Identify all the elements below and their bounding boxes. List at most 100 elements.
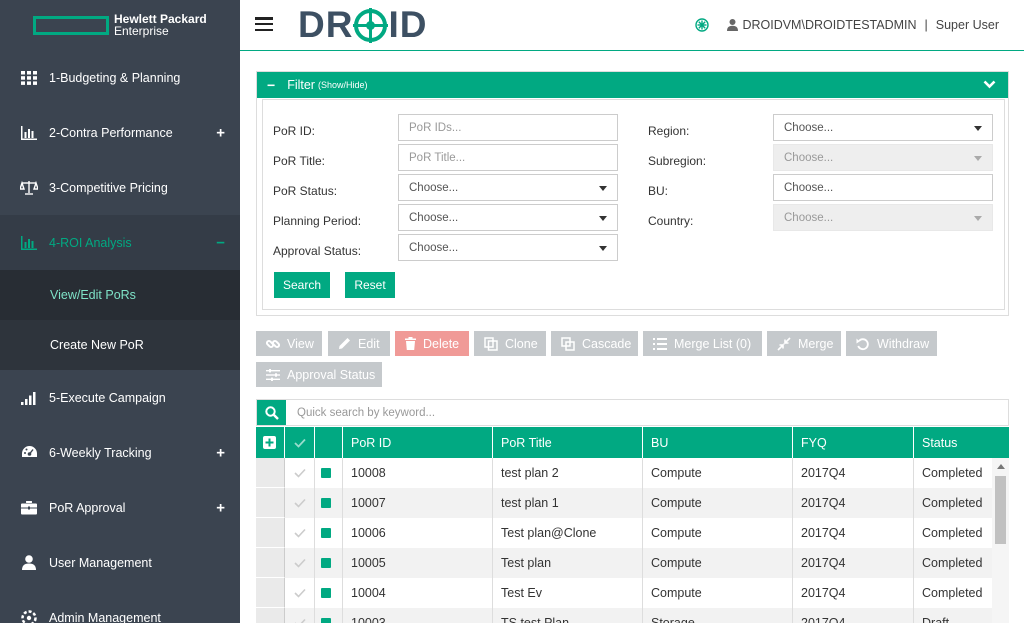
por-table: PoR ID PoR Title BU FYQ Status 10008 tes… <box>256 427 1009 623</box>
sidebar-item-user-management[interactable]: User Management <box>0 535 240 590</box>
table-scrollbar-thumb[interactable] <box>995 476 1006 544</box>
label-bu: BU: <box>648 184 669 198</box>
top-header: DR ID DROIDVM\DROIDTESTADMIN | Super Use… <box>240 0 1024 51</box>
label-country: Country: <box>648 214 694 228</box>
scale-icon <box>20 179 38 197</box>
bar-chart-icon <box>20 234 38 252</box>
row-status-marker <box>315 608 343 623</box>
sidebar-item-admin-management[interactable]: Admin Management <box>0 590 240 623</box>
column-header-fyq[interactable]: FYQ <box>793 427 914 458</box>
country-select: Choose... <box>773 204 993 231</box>
table-row[interactable]: 10006 Test plan@Clone Compute 2017Q4 Com… <box>256 518 1009 548</box>
expand-icon[interactable]: + <box>216 499 225 516</box>
clone-button[interactable]: Clone <box>474 331 546 356</box>
sidebar-item-roi-analysis[interactable]: 4-ROI Analysis − <box>0 215 240 270</box>
signal-icon <box>20 389 38 407</box>
withdraw-button[interactable]: Withdraw <box>846 331 937 356</box>
hpe-logo[interactable]: Hewlett Packard Enterprise <box>0 0 240 50</box>
row-status-marker <box>315 518 343 548</box>
subregion-select: Choose... <box>773 144 993 171</box>
cascade-icon <box>561 336 575 351</box>
droid-logo[interactable]: DR ID <box>298 4 427 46</box>
filter-title: Filter <box>287 78 315 92</box>
row-status-marker <box>315 488 343 518</box>
sidebar-item-contra-performance[interactable]: 2-Contra Performance + <box>0 105 240 160</box>
list-icon <box>653 337 667 350</box>
quick-search-input[interactable]: Quick search by keyword... <box>297 400 997 425</box>
table-row[interactable]: 10004 Test Ev Compute 2017Q4 Completed <box>256 578 1009 608</box>
user-icon <box>727 19 739 31</box>
sidebar-subitem-create-new-por[interactable]: Create New PoR <box>0 320 240 370</box>
table-row[interactable]: 10005 Test plan Compute 2017Q4 Completed <box>256 548 1009 578</box>
region-select[interactable]: Choose... <box>773 114 993 141</box>
grid-icon <box>20 69 38 87</box>
column-header-por-id[interactable]: PoR ID <box>343 427 493 458</box>
filter-toggle-hint[interactable]: (Show/Hide) <box>318 80 368 90</box>
user-role: Super User <box>935 18 999 32</box>
column-header-por-title[interactable]: PoR Title <box>493 427 643 458</box>
row-checkbox[interactable] <box>285 518 315 548</box>
sidebar-item-execute-campaign[interactable]: 5-Execute Campaign <box>0 370 240 425</box>
chevron-down-icon[interactable] <box>983 78 996 92</box>
column-header-status[interactable]: Status <box>914 427 1009 458</box>
approval-status-select[interactable]: Choose... <box>398 234 618 261</box>
label-subregion: Subregion: <box>648 154 707 168</box>
edit-button[interactable]: Edit <box>328 331 390 356</box>
sidebar-subitem-view-edit-pors[interactable]: View/Edit PoRs <box>0 270 240 320</box>
table-row[interactable]: 10008 test plan 2 Compute 2017Q4 Complet… <box>256 458 1009 488</box>
sidebar-item-por-approval[interactable]: PoR Approval + <box>0 480 240 535</box>
filter-header[interactable]: − Filter (Show/Hide) <box>257 72 1008 98</box>
brand-line2: Enterprise <box>114 24 169 38</box>
settings-icon[interactable] <box>695 18 710 32</box>
por-status-select[interactable]: Choose... <box>398 174 618 201</box>
compress-icon <box>777 336 791 351</box>
label-por-title: PoR Title: <box>273 154 326 168</box>
expand-icon[interactable]: + <box>216 124 225 141</box>
user-name[interactable]: DROIDVM\DROIDTESTADMIN <box>742 18 916 32</box>
column-header-bu[interactable]: BU <box>643 427 793 458</box>
table-row[interactable]: 10007 test plan 1 Compute 2017Q4 Complet… <box>256 488 1009 518</box>
undo-icon <box>856 337 870 351</box>
filter-panel: − Filter (Show/Hide) PoR ID: PoR IDs... … <box>256 71 1009 316</box>
sidebar-item-label: 5-Execute Campaign <box>49 390 166 405</box>
row-checkbox[interactable] <box>285 548 315 578</box>
label-por-status: PoR Status: <box>273 184 338 198</box>
collapse-icon[interactable]: − <box>216 234 225 251</box>
cascade-button[interactable]: Cascade <box>551 331 638 356</box>
label-region: Region: <box>648 124 690 138</box>
expand-all-icon[interactable] <box>256 427 285 458</box>
table-row[interactable]: 10003 TS test Plan Storage 2017Q4 Draft <box>256 608 1009 623</box>
bar-chart-icon <box>20 124 38 142</box>
row-status-marker <box>315 548 343 578</box>
reset-button[interactable]: Reset <box>345 272 395 298</box>
sidebar-item-competitive-pricing[interactable]: 3-Competitive Pricing <box>0 160 240 215</box>
row-checkbox[interactable] <box>285 608 315 623</box>
delete-button[interactable]: Delete <box>395 331 469 356</box>
sidebar-item-weekly-tracking[interactable]: 6-Weekly Tracking + <box>0 425 240 480</box>
row-checkbox[interactable] <box>285 488 315 518</box>
view-button[interactable]: View <box>256 331 322 356</box>
sidebar-item-label: 1-Budgeting & Planning <box>49 70 181 85</box>
trash-icon <box>405 337 416 350</box>
merge-list-button[interactable]: Merge List (0) <box>643 331 762 356</box>
caret-down-icon <box>599 216 607 221</box>
label-approval-status: Approval Status: <box>273 244 362 258</box>
bu-select[interactable]: Choose... <box>773 174 993 201</box>
approval-status-button[interactable]: Approval Status <box>256 362 382 387</box>
por-id-input[interactable]: PoR IDs... <box>398 114 618 141</box>
scroll-up-arrow[interactable] <box>997 464 1005 469</box>
search-icon[interactable] <box>257 400 286 425</box>
sidebar-subitem-label: Create New PoR <box>50 338 144 352</box>
planning-period-select[interactable]: Choose... <box>398 204 618 231</box>
menu-icon[interactable] <box>255 17 273 31</box>
search-button[interactable]: Search <box>274 272 330 298</box>
select-all-checkbox[interactable] <box>285 427 315 458</box>
gear-icon <box>20 609 38 623</box>
user-icon <box>20 554 38 572</box>
por-title-input[interactable]: PoR Title... <box>398 144 618 171</box>
expand-icon[interactable]: + <box>216 444 225 461</box>
row-checkbox[interactable] <box>285 458 315 488</box>
row-checkbox[interactable] <box>285 578 315 608</box>
sidebar-item-budgeting[interactable]: 1-Budgeting & Planning <box>0 50 240 105</box>
merge-button[interactable]: Merge <box>767 331 841 356</box>
